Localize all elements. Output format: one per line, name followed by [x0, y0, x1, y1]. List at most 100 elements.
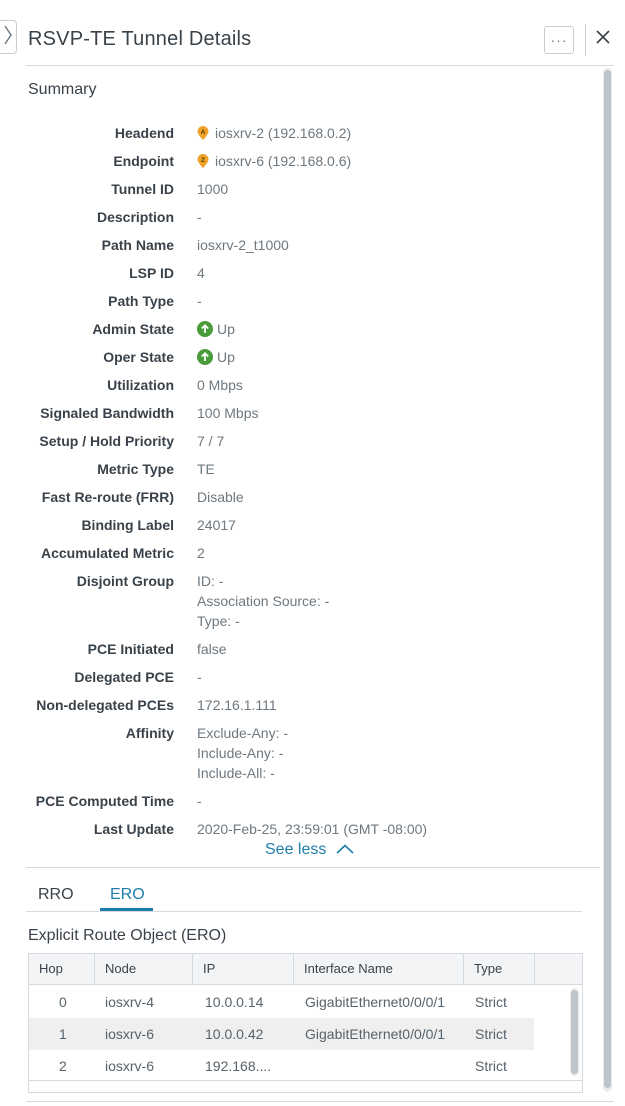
- summary-divider: [26, 867, 600, 868]
- field-value: 1000: [197, 181, 229, 197]
- field-value: 24017: [197, 517, 236, 533]
- headend-pin-icon: A: [197, 125, 209, 140]
- column-header-interface-name[interactable]: Interface Name: [294, 954, 464, 984]
- field-label: Utilization: [107, 377, 174, 393]
- affinity-include-any: Include-Any: -: [197, 745, 284, 761]
- cell-type: Strict: [475, 994, 507, 1010]
- field-label: Signaled Bandwidth: [40, 405, 174, 421]
- arrow-up-icon: [197, 321, 213, 337]
- cell-interface: GigabitEthernet0/0/0/1: [305, 994, 446, 1010]
- cell-hop: 0: [59, 994, 67, 1010]
- active-tab-indicator: [100, 908, 153, 911]
- headend-value[interactable]: iosxrv-2 (192.168.0.2): [215, 125, 351, 141]
- cell-node: iosxrv-6: [105, 1026, 155, 1042]
- ero-section-title: Explicit Route Object (ERO): [28, 927, 227, 944]
- field-value: false: [197, 641, 227, 657]
- cell-node: iosxrv-6: [105, 1058, 155, 1074]
- cell-type: Strict: [475, 1058, 507, 1074]
- chevron-up-icon: [336, 841, 354, 859]
- field-label: Disjoint Group: [76, 573, 174, 589]
- field-label: PCE Computed Time: [35, 793, 174, 809]
- svg-text:A: A: [201, 129, 206, 136]
- svg-text:Z: Z: [201, 157, 205, 164]
- field-value: 2: [197, 545, 205, 561]
- column-header-hop[interactable]: Hop: [29, 954, 95, 984]
- see-less-label: See less: [265, 841, 327, 858]
- field-value: 100 Mbps: [197, 405, 259, 421]
- tab-ero[interactable]: ERO: [110, 886, 145, 904]
- cell-node: iosxrv-4: [105, 994, 155, 1010]
- field-value: -: [197, 669, 202, 685]
- cell-hop: 1: [59, 1026, 67, 1042]
- panel-title: RSVP-TE Tunnel Details: [28, 28, 252, 50]
- field-value: 172.16.1.111: [197, 697, 277, 713]
- field-value: -: [197, 209, 202, 225]
- affinity-exclude-any: Exclude-Any: -: [197, 725, 289, 741]
- disjoint-association-source: Association Source: -: [197, 593, 330, 609]
- field-label: Affinity: [125, 725, 174, 741]
- column-header-ip[interactable]: IP: [193, 954, 294, 984]
- field-label: Last Update: [93, 821, 174, 837]
- field-value: -: [197, 293, 202, 309]
- field-label: Description: [96, 209, 174, 225]
- field-value: 4: [197, 265, 205, 281]
- arrow-up-icon: [197, 349, 213, 365]
- field-value: 0 Mbps: [197, 377, 243, 393]
- table-row[interactable]: 0 iosxrv-4 10.0.0.14 GigabitEthernet0/0/…: [29, 986, 534, 1018]
- field-label: Oper State: [103, 349, 174, 365]
- header-divider-line: [26, 65, 614, 66]
- ero-table: Hop Node IP Interface Name Type 0 iosxrv…: [28, 953, 583, 1093]
- panel-header: RSVP-TE Tunnel Details ···: [0, 0, 625, 66]
- field-label: Non-delegated PCEs: [36, 697, 174, 713]
- field-value: 7 / 7: [197, 433, 225, 449]
- field-value: iosxrv-2_t1000: [197, 237, 289, 253]
- close-button[interactable]: [592, 28, 614, 50]
- table-scrollbar[interactable]: [570, 988, 579, 1076]
- table-footer-line: [29, 1080, 582, 1081]
- table-header: Hop Node IP Interface Name Type: [29, 954, 582, 985]
- disjoint-id: ID: -: [197, 573, 224, 589]
- header-divider: [585, 24, 586, 56]
- field-label: Delegated PCE: [74, 669, 174, 685]
- field-label: Headend: [114, 125, 174, 141]
- field-label: PCE Initiated: [87, 641, 174, 657]
- field-value: Disable: [197, 489, 244, 505]
- cell-interface: GigabitEthernet0/0/0/1: [305, 1026, 446, 1042]
- field-label: Admin State: [92, 321, 174, 337]
- endpoint-pin-icon: Z: [197, 153, 209, 168]
- field-label: Fast Re-route (FRR): [41, 489, 174, 505]
- field-label: Accumulated Metric: [40, 545, 174, 561]
- field-value: -: [197, 793, 202, 809]
- tab-rro[interactable]: RRO: [38, 886, 74, 904]
- field-label: Binding Label: [81, 517, 174, 533]
- path-tabs: RRO ERO: [26, 878, 582, 912]
- column-header-type[interactable]: Type: [464, 954, 535, 984]
- field-label: Endpoint: [113, 153, 174, 169]
- admin-state-value: Up: [217, 321, 235, 337]
- cell-hop: 2: [59, 1058, 67, 1074]
- field-label: Setup / Hold Priority: [39, 433, 174, 449]
- column-header-node[interactable]: Node: [95, 954, 193, 984]
- field-label: Path Name: [101, 237, 174, 253]
- field-label: Metric Type: [97, 461, 174, 477]
- field-value: TE: [197, 461, 215, 477]
- table-row[interactable]: 2 iosxrv-6 192.168.... Strict: [29, 1050, 534, 1082]
- cell-ip: 10.0.0.42: [205, 1026, 264, 1042]
- cell-ip: 192.168....: [205, 1058, 272, 1074]
- field-value: 2020-Feb-25, 23:59:01 (GMT -08:00): [197, 821, 428, 837]
- table-scrollbar-thumb[interactable]: [571, 990, 578, 1074]
- more-actions-button[interactable]: ···: [544, 26, 574, 54]
- panel-scrollbar-thumb[interactable]: [604, 70, 611, 1088]
- panel-scrollbar[interactable]: [603, 68, 612, 1092]
- summary-title: Summary: [28, 81, 97, 98]
- disjoint-type: Type: -: [197, 613, 240, 629]
- see-less-link[interactable]: See less: [265, 841, 354, 859]
- cell-type: Strict: [475, 1026, 507, 1042]
- field-label: Path Type: [108, 293, 174, 309]
- field-label: LSP ID: [129, 265, 174, 281]
- table-row[interactable]: 1 iosxrv-6 10.0.0.42 GigabitEthernet0/0/…: [29, 1018, 534, 1050]
- field-label: Tunnel ID: [111, 181, 174, 197]
- oper-state-value: Up: [217, 349, 235, 365]
- close-icon: [595, 29, 611, 50]
- endpoint-value[interactable]: iosxrv-6 (192.168.0.6): [215, 153, 351, 169]
